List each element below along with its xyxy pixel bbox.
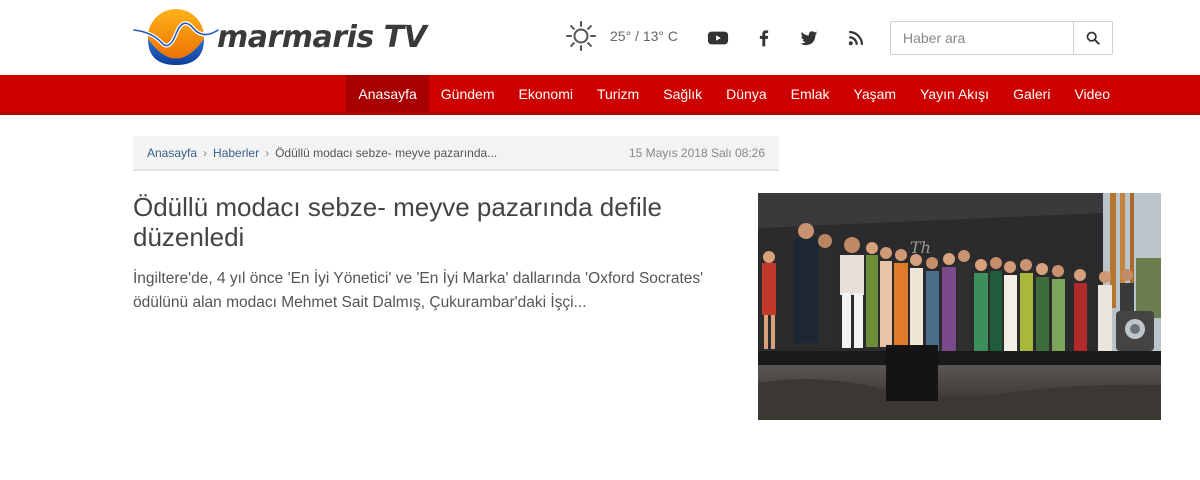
- facebook-icon: [759, 30, 769, 47]
- nav-list: Anasayfa Gündem Ekonomi Turizm Sağlık Dü…: [346, 75, 1122, 112]
- article-summary: İngiltere'de, 4 yıl önce 'En İyi Yönetic…: [133, 270, 704, 311]
- nav-item-saglik[interactable]: Sağlık: [651, 75, 714, 112]
- chevron-right-icon: ›: [265, 145, 270, 160]
- nav-item-ekonomi[interactable]: Ekonomi: [507, 75, 585, 112]
- logo-mark-icon: [133, 9, 219, 65]
- nav-item-emlak[interactable]: Emlak: [779, 75, 842, 112]
- nav-item-galeri[interactable]: Galeri: [1001, 75, 1062, 112]
- sun-icon: [566, 21, 596, 51]
- nav-item-video[interactable]: Video: [1062, 75, 1122, 112]
- nav-item-yasam[interactable]: Yaşam: [842, 75, 909, 112]
- chevron-right-icon: ›: [203, 145, 208, 160]
- search-icon: [1086, 31, 1100, 45]
- fashion-show-photo: Th: [758, 193, 1161, 420]
- nav-item-dunya[interactable]: Dünya: [714, 75, 778, 112]
- twitter-link[interactable]: [797, 26, 821, 50]
- search-input[interactable]: [891, 22, 1073, 54]
- breadcrumb-home[interactable]: Anasayfa: [147, 146, 197, 160]
- svg-text:Th: Th: [910, 238, 931, 257]
- breadcrumb-current: Ödüllü modacı sebze- meyve pazarında...: [275, 145, 498, 160]
- main-nav: Anasayfa Gündem Ekonomi Turizm Sağlık Dü…: [0, 75, 1200, 115]
- youtube-icon: [707, 31, 729, 45]
- weather-temperature: 25° / 13° C: [610, 28, 679, 44]
- article-image[interactable]: Th: [758, 193, 1161, 420]
- nav-item-anasayfa[interactable]: Anasayfa: [346, 75, 429, 112]
- site-header: marmaris TV 25° / 13° C: [0, 0, 1200, 75]
- article-title[interactable]: Ödüllü modacı sebze- meyve pazarında def…: [133, 192, 733, 252]
- twitter-icon: [800, 31, 818, 46]
- search-box: [890, 21, 1113, 55]
- weather-widget: 25° / 13° C: [565, 20, 678, 52]
- breadcrumb: Anasayfa › Haberler › Ödüllü modacı sebz…: [133, 136, 779, 171]
- logo-text: marmaris TV: [217, 20, 427, 55]
- nav-item-turizm[interactable]: Turizm: [585, 75, 651, 112]
- breadcrumb-section[interactable]: Haberler: [213, 146, 259, 160]
- nav-item-gundem[interactable]: Gündem: [429, 75, 507, 112]
- article-date: 15 Mayıs 2018 Salı 08:26: [628, 145, 765, 160]
- nav-item-yayin-akisi[interactable]: Yayın Akışı: [908, 75, 1001, 112]
- site-logo[interactable]: marmaris TV: [133, 8, 427, 66]
- youtube-link[interactable]: [706, 26, 730, 50]
- rss-icon: [848, 30, 864, 46]
- facebook-link[interactable]: [752, 26, 776, 50]
- search-button[interactable]: [1073, 22, 1112, 54]
- rss-link[interactable]: [844, 26, 868, 50]
